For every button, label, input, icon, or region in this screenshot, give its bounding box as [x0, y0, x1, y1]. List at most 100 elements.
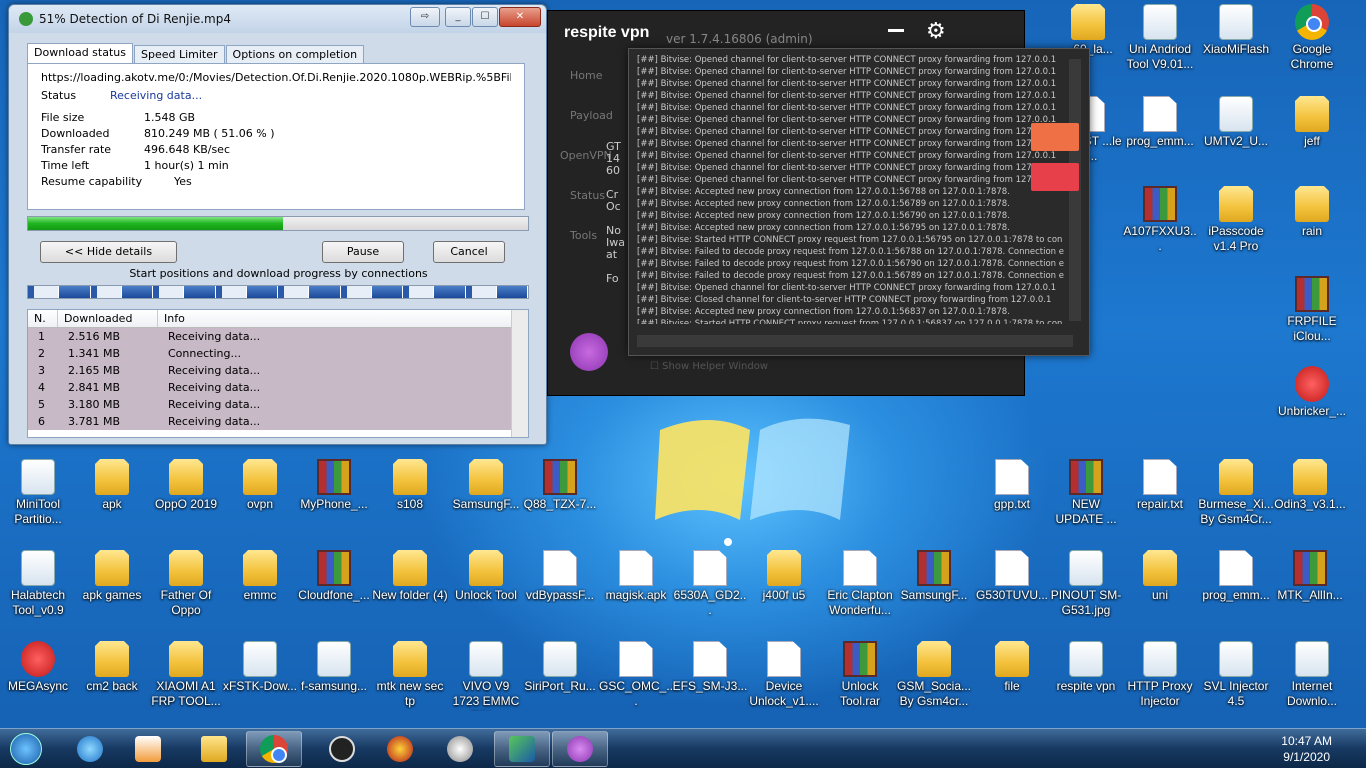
nav-tools[interactable]: Tools: [570, 229, 597, 242]
desktop-icon[interactable]: UMTv2_U...: [1198, 92, 1274, 178]
desktop-icon[interactable]: Cloudfone_...: [296, 546, 372, 632]
desktop-icon[interactable]: vdBypassF...: [522, 546, 598, 632]
taskbar-security[interactable]: [432, 731, 488, 767]
desktop-icon[interactable]: prog_emm...: [1122, 92, 1198, 178]
taskbar-app[interactable]: [372, 731, 428, 767]
desktop-icon[interactable]: Google Chrome: [1274, 0, 1350, 86]
desktop-icon[interactable]: Unlock Tool.rar: [822, 637, 898, 723]
desktop-icon[interactable]: gpp.txt: [974, 455, 1050, 541]
start-button[interactable]: [2, 731, 50, 767]
desktop-icon[interactable]: Unbricker_...: [1274, 362, 1350, 448]
desktop-icon[interactable]: New folder (4): [372, 546, 448, 632]
desktop-icon[interactable]: 6530A_GD2...: [672, 546, 748, 632]
connections-scrollbar[interactable]: [511, 310, 528, 437]
desktop-icon[interactable]: MEGAsync: [0, 637, 76, 723]
cancel-button[interactable]: Cancel: [433, 241, 505, 263]
desktop-icon[interactable]: rain: [1274, 182, 1350, 268]
pause-button[interactable]: Pause: [322, 241, 404, 263]
taskbar-idm[interactable]: [494, 731, 550, 767]
desktop-icon[interactable]: Q88_TZX-7...: [522, 455, 598, 541]
desktop-icon[interactable]: FRPFILE iClou...: [1274, 272, 1350, 358]
table-row[interactable]: 4 2.841 MB Receiving data...: [28, 379, 528, 396]
desktop-icon[interactable]: GSC_OMC_...: [598, 637, 674, 723]
desktop-icon[interactable]: Halabtech Tool_v0.9: [0, 546, 76, 632]
desktop-icon[interactable]: iPasscode v1.4 Pro: [1198, 182, 1274, 268]
desktop-icon[interactable]: Uni Andriod Tool V9.01...: [1122, 0, 1198, 86]
nav-status[interactable]: Status: [570, 189, 605, 202]
desktop-icon[interactable]: ovpn: [222, 455, 298, 541]
desktop-icon[interactable]: MTK_AllIn...: [1272, 546, 1348, 632]
taskbar-media-player[interactable]: [120, 731, 176, 767]
idm-tray-button[interactable]: ⇨: [410, 7, 440, 27]
table-row[interactable]: 1 2.516 MB Receiving data...: [28, 328, 528, 345]
desktop-icon[interactable]: emmc: [222, 546, 298, 632]
desktop-icon[interactable]: Father Of Oppo: [148, 546, 224, 632]
taskbar-explorer[interactable]: [186, 731, 242, 767]
col-downloaded[interactable]: Downloaded: [58, 310, 158, 327]
desktop-icon[interactable]: NEW UPDATE ...: [1048, 455, 1124, 541]
taskbar-respite[interactable]: [552, 731, 608, 767]
desktop-icon[interactable]: apk: [74, 455, 150, 541]
desktop-icon[interactable]: jeff: [1274, 92, 1350, 178]
gear-icon[interactable]: ⚙: [926, 19, 946, 44]
desktop-icon[interactable]: Eric Clapton Wonderfu...: [822, 546, 898, 632]
desktop-icon[interactable]: G530TUVU...: [974, 546, 1050, 632]
desktop-icon[interactable]: HTTP Proxy Injector: [1122, 637, 1198, 723]
desktop-icon[interactable]: MiniTool Partitio...: [0, 455, 76, 541]
desktop-icon[interactable]: Device Unlock_v1....: [746, 637, 822, 723]
desktop-icon[interactable]: j400f u5: [746, 546, 822, 632]
desktop-icon[interactable]: xFSTK-Dow...: [222, 637, 298, 723]
nav-home[interactable]: Home: [570, 69, 602, 82]
eraser-icon[interactable]: [1031, 163, 1079, 191]
desktop-icon[interactable]: SiriPort_Ru...: [522, 637, 598, 723]
taskbar-chrome[interactable]: [246, 731, 302, 767]
table-row[interactable]: 5 3.180 MB Receiving data...: [28, 396, 528, 413]
desktop-icon[interactable]: SVL Injector 4.5: [1198, 637, 1274, 723]
desktop-icon[interactable]: Odin3_v3.1...: [1272, 455, 1348, 541]
col-info[interactable]: Info: [158, 310, 513, 327]
show-helper-checkbox[interactable]: ☐ Show Helper Window: [650, 361, 768, 372]
minimize-button[interactable]: _: [445, 7, 471, 27]
desktop-icon[interactable]: cm2 back: [74, 637, 150, 723]
desktop-icon[interactable]: s108: [372, 455, 448, 541]
close-button[interactable]: ✕: [499, 7, 541, 27]
log-horizontal-scrollbar[interactable]: [637, 335, 1073, 347]
desktop-icon[interactable]: Internet Downlo...: [1274, 637, 1350, 723]
desktop-icon[interactable]: PINOUT SM-G531.jpg: [1048, 546, 1124, 632]
desktop-icon[interactable]: uni: [1122, 546, 1198, 632]
desktop-icon[interactable]: XiaoMiFlash: [1198, 0, 1274, 86]
tab-options-on-completion[interactable]: Options on completion: [225, 45, 365, 64]
desktop-icon[interactable]: GSM_Socia... By Gsm4cr...: [896, 637, 972, 723]
desktop-icon[interactable]: respite vpn: [1048, 637, 1124, 723]
taskbar-ie[interactable]: [62, 731, 118, 767]
desktop-icon[interactable]: repair.txt: [1122, 455, 1198, 541]
maximize-button[interactable]: ☐: [472, 7, 498, 27]
hide-details-button[interactable]: << Hide details: [40, 241, 177, 263]
desktop-icon[interactable]: file: [974, 637, 1050, 723]
vpn-log-window[interactable]: [##] Bitvise: Opened channel for client-…: [628, 48, 1090, 356]
desktop-icon[interactable]: f-samsung...: [296, 637, 372, 723]
table-row[interactable]: 6 3.781 MB Receiving data...: [28, 413, 528, 430]
desktop-icon[interactable]: Unlock Tool: [448, 546, 524, 632]
desktop-icon[interactable]: OppO 2019: [148, 455, 224, 541]
idm-download-window[interactable]: 51% Detection of Di Renjie.mp4 ⇨ _ ☐ ✕ D…: [8, 4, 547, 445]
desktop-icon[interactable]: VIVO V9 1723 EMMC PIN...: [448, 637, 524, 723]
table-row[interactable]: 2 1.341 MB Connecting...: [28, 345, 528, 362]
vpn-minimize-button[interactable]: [888, 29, 904, 32]
desktop-icon[interactable]: A107FXXU3...: [1122, 182, 1198, 268]
nav-openvpn[interactable]: OpenVPN: [560, 149, 612, 162]
desktop-icon[interactable]: Burmese_Xi... By Gsm4Cr...: [1198, 455, 1274, 541]
desktop-icon[interactable]: apk games: [74, 546, 150, 632]
tab-download-status[interactable]: Download status: [27, 43, 133, 64]
desktop-icon[interactable]: MyPhone_...: [296, 455, 372, 541]
desktop-icon[interactable]: mtk new sec tp: [372, 637, 448, 723]
refresh-icon[interactable]: [1031, 123, 1079, 151]
tab-speed-limiter[interactable]: Speed Limiter: [133, 45, 225, 64]
desktop-icon[interactable]: magisk.apk: [598, 546, 674, 632]
taskbar-smalam[interactable]: [314, 731, 370, 767]
table-row[interactable]: 3 2.165 MB Receiving data...: [28, 362, 528, 379]
connections-table[interactable]: N. Downloaded Info 1 2.516 MB Receiving da…: [27, 309, 529, 438]
desktop-icon[interactable]: prog_emm...: [1198, 546, 1274, 632]
desktop-icon[interactable]: EFS_SM-J3...: [672, 637, 748, 723]
desktop-icon[interactable]: SamsungF...: [448, 455, 524, 541]
